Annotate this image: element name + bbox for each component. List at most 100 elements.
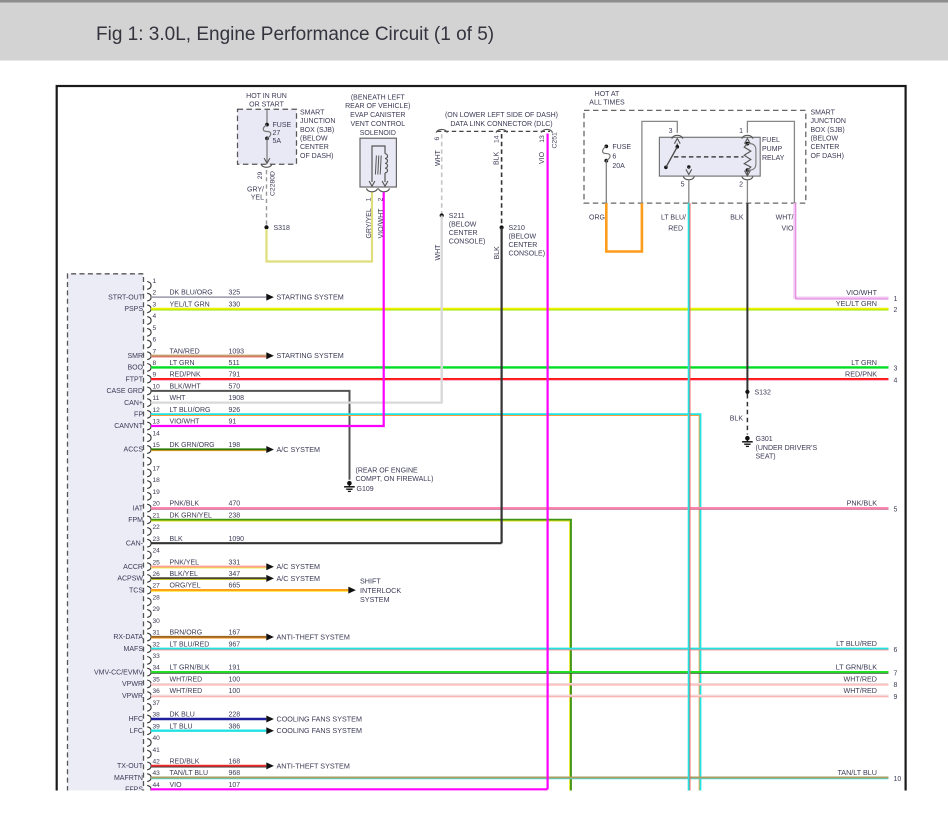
svg-text:29: 29: [257, 172, 264, 180]
svg-text:LT GRN/BLK: LT GRN/BLK: [836, 663, 877, 672]
svg-text:VPWR: VPWR: [122, 693, 143, 700]
svg-text:LT GRN: LT GRN: [170, 360, 195, 367]
svg-text:CASE GRD: CASE GRD: [106, 388, 143, 395]
svg-text:2: 2: [894, 307, 898, 314]
svg-text:39: 39: [153, 723, 161, 730]
svg-text:FFPS: FFPS: [125, 787, 143, 794]
svg-text:S132: S132: [755, 389, 771, 396]
svg-text:SHIFT: SHIFT: [360, 577, 381, 586]
svg-text:G301: G301: [756, 436, 773, 443]
svg-text:GRY/YEL: GRY/YEL: [366, 208, 373, 238]
svg-text:LT BLU/: LT BLU/: [661, 214, 686, 221]
svg-text:Fig 1: 3.0L, Engine Performanc: Fig 1: 3.0L, Engine Performance Circuit …: [96, 24, 494, 45]
svg-text:WHT/: WHT/: [776, 214, 794, 221]
svg-text:FUSE: FUSE: [612, 144, 631, 151]
svg-text:(BELOW: (BELOW: [509, 234, 537, 241]
svg-text:4: 4: [894, 377, 898, 384]
svg-text:LT BLU: LT BLU: [170, 723, 193, 730]
svg-text:SEAT): SEAT): [756, 454, 776, 461]
svg-text:FPM: FPM: [128, 517, 143, 524]
svg-text:TAN/LT BLU: TAN/LT BLU: [170, 770, 209, 777]
svg-text:2: 2: [377, 197, 384, 201]
svg-text:1090: 1090: [229, 536, 245, 543]
svg-text:28: 28: [153, 594, 161, 601]
svg-text:27: 27: [273, 130, 281, 137]
svg-text:35: 35: [153, 677, 161, 684]
svg-text:OF DASH): OF DASH): [811, 153, 844, 160]
svg-text:YEL: YEL: [251, 194, 264, 201]
svg-text:4: 4: [153, 313, 157, 320]
svg-text:S210: S210: [509, 225, 525, 232]
svg-text:ORG/YEL: ORG/YEL: [170, 583, 201, 590]
svg-text:33: 33: [153, 653, 161, 660]
svg-text:BLK/YEL: BLK/YEL: [170, 571, 199, 578]
svg-text:STARTING SYSTEM: STARTING SYSTEM: [277, 351, 344, 360]
svg-text:GRY/: GRY/: [247, 186, 264, 193]
svg-text:BLK: BLK: [730, 415, 744, 422]
svg-text:191: 191: [229, 665, 241, 672]
svg-text:20A: 20A: [612, 163, 625, 170]
svg-text:9: 9: [153, 372, 157, 379]
svg-text:968: 968: [229, 770, 241, 777]
svg-text:CENTER: CENTER: [300, 144, 329, 151]
svg-text:26: 26: [153, 571, 161, 578]
svg-text:(REAR OF ENGINE: (REAR OF ENGINE: [356, 467, 419, 474]
svg-text:19: 19: [153, 489, 161, 496]
svg-text:WHT/RED: WHT/RED: [170, 688, 203, 695]
svg-text:15: 15: [153, 442, 161, 449]
svg-text:791: 791: [229, 372, 241, 379]
svg-text:6: 6: [612, 153, 616, 160]
svg-text:BLK: BLK: [730, 214, 744, 221]
svg-text:5: 5: [153, 325, 157, 332]
svg-text:3: 3: [669, 128, 673, 135]
svg-text:1093: 1093: [229, 348, 245, 355]
svg-text:91: 91: [229, 419, 237, 426]
svg-text:6: 6: [153, 337, 157, 344]
svg-text:MAFRTN: MAFRTN: [114, 775, 143, 782]
svg-text:IAT: IAT: [133, 505, 144, 512]
svg-text:S318: S318: [274, 225, 290, 232]
svg-text:8: 8: [153, 360, 157, 367]
svg-text:COMPT, ON FIREWALL): COMPT, ON FIREWALL): [356, 476, 434, 483]
svg-text:YEL/LT GRN: YEL/LT GRN: [836, 299, 877, 308]
svg-text:ORG: ORG: [589, 214, 605, 221]
svg-text:107: 107: [229, 782, 241, 789]
svg-text:511: 511: [229, 360, 240, 367]
svg-text:EVAP CANISTER: EVAP CANISTER: [350, 112, 405, 119]
svg-text:SMART: SMART: [811, 110, 836, 117]
svg-text:ACCR: ACCR: [123, 564, 143, 571]
svg-text:238: 238: [229, 512, 241, 519]
svg-text:ACPSW: ACPSW: [117, 576, 143, 583]
svg-text:SMART: SMART: [300, 110, 325, 117]
svg-text:WHT/RED: WHT/RED: [843, 686, 877, 695]
svg-text:100: 100: [229, 688, 241, 695]
svg-text:926: 926: [229, 407, 241, 414]
svg-text:A/C SYSTEM: A/C SYSTEM: [277, 574, 321, 583]
svg-text:(BENEATH LEFT: (BENEATH LEFT: [351, 94, 406, 101]
svg-text:VPWR: VPWR: [122, 681, 143, 688]
svg-text:RED/PNK: RED/PNK: [170, 372, 201, 379]
svg-text:24: 24: [153, 548, 161, 555]
svg-text:VIO: VIO: [539, 151, 546, 164]
svg-text:CANVNT: CANVNT: [114, 423, 144, 430]
svg-text:347: 347: [229, 571, 241, 578]
svg-text:27: 27: [153, 583, 161, 590]
svg-text:TAN/LT BLU: TAN/LT BLU: [837, 768, 877, 777]
svg-text:RX-DATA: RX-DATA: [113, 634, 143, 641]
svg-text:5: 5: [681, 181, 685, 188]
svg-text:470: 470: [229, 501, 241, 508]
svg-text:11: 11: [153, 395, 160, 402]
svg-text:5A: 5A: [273, 138, 282, 145]
svg-text:ACCS: ACCS: [124, 447, 144, 454]
svg-text:VENT CONTROL: VENT CONTROL: [350, 121, 405, 128]
svg-text:BOX (SJB): BOX (SJB): [300, 127, 334, 134]
svg-text:LT BLU/RED: LT BLU/RED: [836, 639, 877, 648]
svg-text:23: 23: [153, 536, 161, 543]
svg-text:167: 167: [229, 630, 241, 637]
svg-text:42: 42: [153, 759, 161, 766]
svg-text:FUSE: FUSE: [273, 122, 292, 129]
svg-text:CAN-: CAN-: [126, 540, 144, 547]
svg-text:31: 31: [153, 630, 161, 637]
svg-text:8: 8: [894, 682, 898, 689]
svg-text:DK GRN/YEL: DK GRN/YEL: [170, 512, 213, 519]
